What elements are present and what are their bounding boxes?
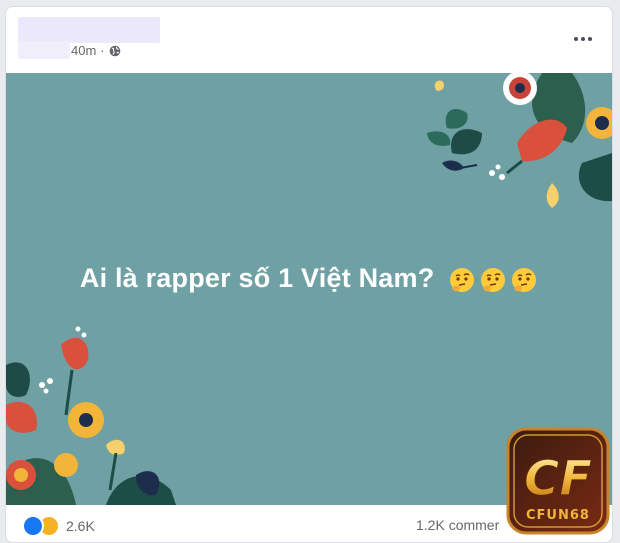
floral-decoration-bottom-left: [6, 326, 176, 505]
post-question: Ai là rapper số 1 Việt Nam?: [79, 263, 435, 293]
more-options-icon: [573, 37, 594, 41]
post-header: 40m ·: [6, 7, 612, 73]
emoji-row: [448, 266, 538, 294]
comment-count[interactable]: 1.2K commer: [416, 517, 499, 533]
logo-mark: CF: [524, 451, 592, 507]
author-name-blurred[interactable]: [18, 17, 160, 43]
like-icon: [22, 515, 44, 537]
post-text: Ai là rapper số 1 Việt Nam?: [6, 263, 612, 294]
post-timestamp[interactable]: 40m: [71, 43, 96, 58]
reaction-summary[interactable]: 2.6K: [22, 515, 95, 537]
meta-separator: ·: [100, 43, 105, 58]
thinking-face-emoji: [481, 267, 506, 292]
floral-decoration-top-right: [427, 73, 612, 208]
reaction-count: 2.6K: [66, 518, 95, 534]
avatar-blurred[interactable]: [18, 41, 70, 59]
thinking-face-emoji: [450, 267, 475, 292]
post-meta: 40m ·: [71, 43, 121, 58]
globe-icon: [109, 45, 120, 56]
post-footer: 2.6K 1.2K commer: [6, 505, 612, 542]
more-options-button[interactable]: [570, 29, 596, 49]
post-card: 40m · Ai là rapper số 1 Việt Nam? CF CFU…: [5, 6, 613, 543]
thinking-face-emoji: [512, 267, 537, 292]
